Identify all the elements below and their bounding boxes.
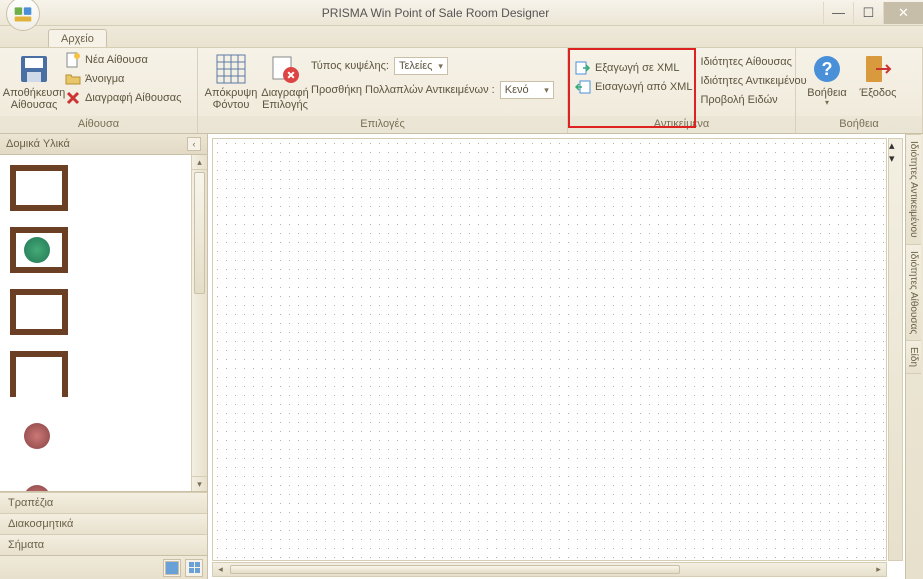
materials-thumbnails: ▴ ▾: [0, 155, 207, 492]
material-thumb[interactable]: [4, 283, 74, 341]
group-objects-label: Αντικείμενα: [568, 116, 795, 133]
ribbon-tabstrip: Αρχείο: [0, 26, 923, 48]
maximize-button[interactable]: ☐: [853, 2, 883, 24]
add-multi-value: Κενό: [505, 84, 529, 96]
ribbon: Αποθήκευση Αίθουσας Νέα Αίθουσα Άνοιγμα …: [0, 48, 923, 134]
left-scrollbar[interactable]: ▴ ▾: [191, 155, 207, 491]
export-xml-label: Εξαγωγή σε XML: [595, 62, 679, 74]
view-mode-button-2[interactable]: [185, 559, 203, 577]
group-room-label: Αίθουσα: [0, 116, 197, 133]
canvas-hscrollbar[interactable]: ◂ ▸: [212, 562, 887, 577]
open-button[interactable]: Άνοιγμα: [65, 70, 181, 88]
hide-bg-label: Απόκρυψη Φόντου: [205, 87, 258, 111]
add-multi-label: Προσθήκη Πολλαπλών Αντικειμένων :: [311, 84, 495, 96]
right-panel: Ιδιότητες Αντικειμένου Ιδιότητες Αίθουσα…: [905, 134, 923, 579]
scroll-up-icon[interactable]: ▴: [889, 139, 902, 152]
new-room-label: Νέα Αίθουσα: [85, 54, 148, 66]
exit-icon: [862, 53, 894, 85]
import-icon: [575, 79, 591, 95]
category-tables[interactable]: Τραπέζια: [0, 492, 207, 513]
window-title: PRISMA Win Point of Sale Room Designer: [48, 6, 823, 20]
cell-type-label: Τύπος κυψέλης:: [311, 60, 389, 72]
cell-type-combo[interactable]: Τελείες ▾: [394, 57, 448, 75]
new-icon: [65, 52, 81, 68]
scroll-right-icon[interactable]: ▸: [871, 563, 886, 576]
material-thumb[interactable]: [4, 159, 74, 217]
delete-room-button[interactable]: Διαγραφή Αίθουσας: [65, 89, 181, 107]
delete-sel-label: Διαγραφή Επιλογής: [261, 87, 309, 111]
save-room-button[interactable]: Αποθήκευση Αίθουσας: [5, 51, 63, 111]
app-menu-button[interactable]: [6, 0, 40, 31]
left-panel: Δομικά Υλικά ‹ ▴ ▾ Τραπέζια Διακοσμητικά…: [0, 134, 208, 579]
export-icon: [575, 60, 591, 76]
delete-selection-icon: [269, 53, 301, 85]
window-controls: — ☐ ✕: [823, 2, 923, 24]
ribbon-group-objects: Εξαγωγή σε XML Εισαγωγή από XML Ιδιότητε…: [568, 48, 796, 133]
material-thumb[interactable]: [4, 407, 74, 465]
room-properties-button[interactable]: Ιδιότητες Αίθουσας: [700, 53, 806, 71]
material-thumb[interactable]: [4, 345, 74, 403]
grid-icon: [215, 53, 247, 85]
workspace: Δομικά Υλικά ‹ ▴ ▾ Τραπέζια Διακοσμητικά…: [0, 134, 923, 579]
material-thumb[interactable]: [4, 469, 74, 491]
ribbon-group-options: Απόκρυψη Φόντου Διαγραφή Επιλογής Τύπος …: [198, 48, 568, 133]
room-props-label: Ιδιότητες Αίθουσας: [700, 56, 792, 68]
design-canvas-area: ▴ ▾ ◂ ▸: [208, 134, 905, 579]
scroll-left-icon[interactable]: ◂: [213, 563, 228, 576]
close-button[interactable]: ✕: [883, 2, 923, 24]
add-multi-combo[interactable]: Κενό ▾: [500, 81, 554, 99]
left-bottom-toolbar: [0, 555, 207, 579]
obj-props-label: Ιδιότητες Αντικειμένου: [700, 75, 806, 87]
ribbon-group-help: ? Βοήθεια ▾ Έξοδος Βοήθεια: [796, 48, 923, 133]
right-tab-items[interactable]: Είδη: [906, 341, 921, 374]
scroll-down-icon[interactable]: ▾: [889, 152, 902, 165]
save-icon: [18, 53, 50, 85]
object-properties-button[interactable]: Ιδιότητες Αντικειμένου: [700, 72, 806, 90]
tab-file[interactable]: Αρχείο: [48, 29, 107, 47]
delete-selection-button[interactable]: Διαγραφή Επιλογής: [259, 51, 311, 111]
minimize-button[interactable]: —: [823, 2, 853, 24]
collapse-left-button[interactable]: ‹: [187, 137, 201, 151]
group-options-label: Επιλογές: [198, 116, 567, 133]
import-xml-label: Εισαγωγή από XML: [595, 81, 692, 93]
category-decorations[interactable]: Διακοσμητικά: [0, 513, 207, 534]
delete-icon: [65, 90, 81, 106]
ribbon-group-room: Αποθήκευση Αίθουσας Νέα Αίθουσα Άνοιγμα …: [0, 48, 198, 133]
chevron-down-icon: ▾: [438, 61, 443, 72]
view-items-label: Προβολή Ειδών: [700, 94, 777, 106]
left-panel-title: Δομικά Υλικά: [6, 138, 70, 150]
open-icon: [65, 71, 81, 87]
category-signs[interactable]: Σήματα: [0, 534, 207, 555]
titlebar: PRISMA Win Point of Sale Room Designer —…: [0, 0, 923, 26]
new-room-button[interactable]: Νέα Αίθουσα: [65, 51, 181, 69]
help-button[interactable]: ? Βοήθεια ▾: [801, 51, 853, 108]
material-thumb[interactable]: [4, 221, 74, 279]
delete-room-label: Διαγραφή Αίθουσας: [85, 92, 181, 104]
scroll-up-icon[interactable]: ▴: [192, 155, 207, 170]
export-xml-button[interactable]: Εξαγωγή σε XML: [575, 59, 692, 77]
left-panel-header: Δομικά Υλικά ‹: [0, 134, 207, 155]
group-help-label: Βοήθεια: [796, 116, 922, 133]
exit-button[interactable]: Έξοδος: [853, 51, 903, 99]
canvas-vscrollbar[interactable]: ▴ ▾: [888, 138, 903, 561]
cell-type-value: Τελείες: [399, 60, 432, 72]
svg-text:?: ?: [822, 59, 833, 79]
view-items-button[interactable]: Προβολή Ειδών: [700, 91, 806, 109]
right-tab-room-props[interactable]: Ιδιότητες Αίθουσας: [906, 245, 921, 341]
hide-background-button[interactable]: Απόκρυψη Φόντου: [203, 51, 259, 111]
open-label: Άνοιγμα: [85, 73, 124, 85]
design-canvas[interactable]: [212, 138, 887, 561]
save-room-label: Αποθήκευση Αίθουσας: [3, 87, 65, 111]
exit-label: Έξοδος: [860, 87, 897, 99]
help-icon: ?: [811, 53, 843, 85]
import-xml-button[interactable]: Εισαγωγή από XML: [575, 78, 692, 96]
scroll-down-icon[interactable]: ▾: [192, 476, 207, 491]
view-mode-button-1[interactable]: [163, 559, 181, 577]
right-tab-object-props[interactable]: Ιδιότητες Αντικειμένου: [906, 134, 921, 245]
chevron-down-icon: ▾: [544, 85, 549, 96]
